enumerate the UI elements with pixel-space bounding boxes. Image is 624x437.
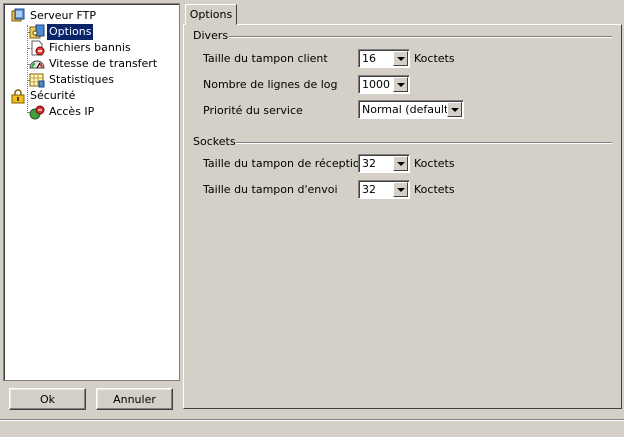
priority-value: Normal (default): [362, 103, 453, 116]
send-buffer-value: 32: [362, 183, 376, 196]
sockets-group-title: Sockets: [193, 135, 236, 148]
send-buffer-combo[interactable]: 32: [358, 180, 410, 199]
client-buffer-unit: Koctets: [414, 52, 455, 65]
recv-buffer-combo[interactable]: 32: [358, 154, 410, 173]
chevron-down-icon[interactable]: [447, 102, 462, 117]
chevron-down-icon[interactable]: [393, 51, 408, 66]
client-buffer-combo[interactable]: 16: [358, 49, 410, 68]
lock-icon: [10, 88, 26, 104]
log-lines-value: 1000: [362, 78, 390, 91]
status-bar: [0, 419, 624, 437]
options-icon: [29, 24, 45, 40]
send-buffer-label: Taille du tampon d'envoi: [203, 183, 338, 196]
recv-buffer-unit: Koctets: [414, 157, 455, 170]
tab-options[interactable]: Options: [185, 4, 237, 25]
chevron-down-icon[interactable]: [393, 156, 408, 171]
priority-label: Priorité du service: [203, 104, 303, 117]
log-lines-combo[interactable]: 1000: [358, 75, 410, 94]
divers-separator: [229, 36, 612, 38]
log-lines-label: Nombre de lignes de log: [203, 78, 338, 91]
recv-buffer-label: Taille du tampon de réception: [203, 157, 367, 170]
ftp-server-icon: [10, 8, 26, 24]
ok-button[interactable]: Ok: [9, 388, 86, 410]
recv-buffer-value: 32: [362, 157, 376, 170]
priority-combo[interactable]: Normal (default): [358, 100, 464, 119]
cancel-button[interactable]: Annuler: [96, 388, 173, 410]
sockets-separator: [236, 142, 612, 144]
statistics-icon: [29, 72, 45, 88]
client-buffer-label: Taille du tampon client: [203, 52, 328, 65]
send-buffer-unit: Koctets: [414, 183, 455, 196]
ip-access-icon: [29, 104, 45, 120]
speed-gauge-icon: [29, 56, 45, 72]
chevron-down-icon[interactable]: [393, 77, 408, 92]
chevron-down-icon[interactable]: [393, 182, 408, 197]
settings-tree[interactable]: Serveur FTP Options Fichiers bannis Vite…: [3, 3, 180, 381]
client-buffer-value: 16: [362, 52, 376, 65]
divers-group-title: Divers: [193, 29, 229, 42]
banned-file-icon: [29, 40, 45, 56]
